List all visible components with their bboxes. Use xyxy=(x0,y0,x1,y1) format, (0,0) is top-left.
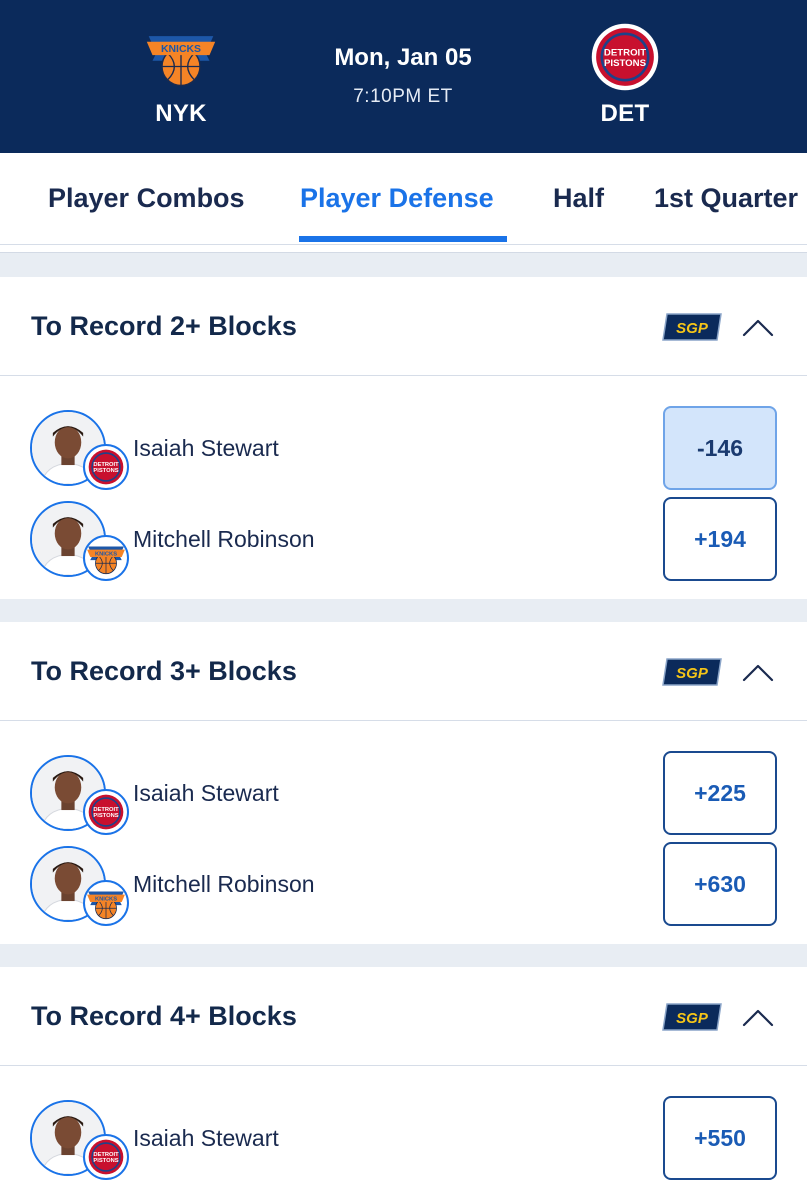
home-team-abbr: DET xyxy=(600,100,650,127)
market-tabs: Player Combos Player Defense Half 1st Qu… xyxy=(0,153,807,245)
active-tab-indicator xyxy=(299,236,507,242)
sgp-label: SGP xyxy=(676,665,709,682)
odds-button[interactable]: -146 xyxy=(663,406,777,490)
game-date: Mon, Jan 05 xyxy=(334,44,472,71)
section-divider xyxy=(0,597,807,623)
market-header[interactable]: To Record 4+ Blocks SGP xyxy=(0,967,807,1066)
market-card: To Record 3+ Blocks SGP Isaiah Stewart +225… xyxy=(0,622,807,944)
sgp-label: SGP xyxy=(676,1010,709,1027)
knicks-logo-icon xyxy=(83,535,129,581)
game-time: 7:10PM ET xyxy=(353,86,453,107)
tab-half[interactable]: Half xyxy=(553,183,604,214)
tab-1st-quarter[interactable]: 1st Quarter xyxy=(654,183,798,214)
market-card: To Record 4+ Blocks SGP Isaiah Stewart +550 xyxy=(0,967,807,1198)
knicks-logo-icon xyxy=(143,22,219,92)
selection-row: Mitchell Robinson +194 xyxy=(0,497,807,583)
section-divider xyxy=(0,252,807,278)
player-name: Mitchell Robinson xyxy=(133,871,315,897)
away-team-abbr: NYK xyxy=(155,100,207,127)
odds-button[interactable]: +630 xyxy=(663,842,777,926)
sgp-badge: SGP xyxy=(662,313,722,341)
away-team[interactable]: NYK xyxy=(121,22,241,128)
tab-player-defense[interactable]: Player Defense xyxy=(300,183,494,214)
market-header[interactable]: To Record 2+ Blocks SGP xyxy=(0,277,807,376)
player-name: Isaiah Stewart xyxy=(133,1125,279,1151)
market-title: To Record 4+ Blocks xyxy=(31,1001,297,1031)
selection-row: Mitchell Robinson +630 xyxy=(0,842,807,928)
selection-row: Isaiah Stewart -146 xyxy=(0,406,807,492)
tab-player-combos[interactable]: Player Combos xyxy=(48,183,245,214)
game-info: Mon, Jan 05 7:10PM ET xyxy=(290,44,516,108)
market-title: To Record 2+ Blocks xyxy=(31,311,297,341)
game-header: NYK Mon, Jan 05 7:10PM ET DET xyxy=(0,0,807,153)
chevron-up-icon[interactable] xyxy=(740,1005,776,1029)
selection-row: Isaiah Stewart +550 xyxy=(0,1096,807,1182)
player-name: Isaiah Stewart xyxy=(133,435,279,461)
sgp-label: SGP xyxy=(676,320,709,337)
odds-button[interactable]: +194 xyxy=(663,497,777,581)
chevron-up-icon[interactable] xyxy=(740,660,776,684)
pistons-logo-icon xyxy=(587,22,663,92)
player-name: Mitchell Robinson xyxy=(133,526,315,552)
market-title: To Record 3+ Blocks xyxy=(31,656,297,686)
odds-button[interactable]: +225 xyxy=(663,751,777,835)
player-name: Isaiah Stewart xyxy=(133,780,279,806)
sgp-badge: SGP xyxy=(662,1003,722,1031)
home-team[interactable]: DET xyxy=(565,22,685,128)
knicks-logo-icon xyxy=(83,880,129,926)
chevron-up-icon[interactable] xyxy=(740,315,776,339)
selection-row: Isaiah Stewart +225 xyxy=(0,751,807,837)
pistons-logo-icon xyxy=(83,789,129,835)
market-header[interactable]: To Record 3+ Blocks SGP xyxy=(0,622,807,721)
sgp-badge: SGP xyxy=(662,658,722,686)
odds-button[interactable]: +550 xyxy=(663,1096,777,1180)
market-card: To Record 2+ Blocks SGP Isaiah Stewart -146… xyxy=(0,277,807,599)
section-divider xyxy=(0,942,807,968)
pistons-logo-icon xyxy=(83,444,129,490)
pistons-logo-icon xyxy=(83,1134,129,1180)
